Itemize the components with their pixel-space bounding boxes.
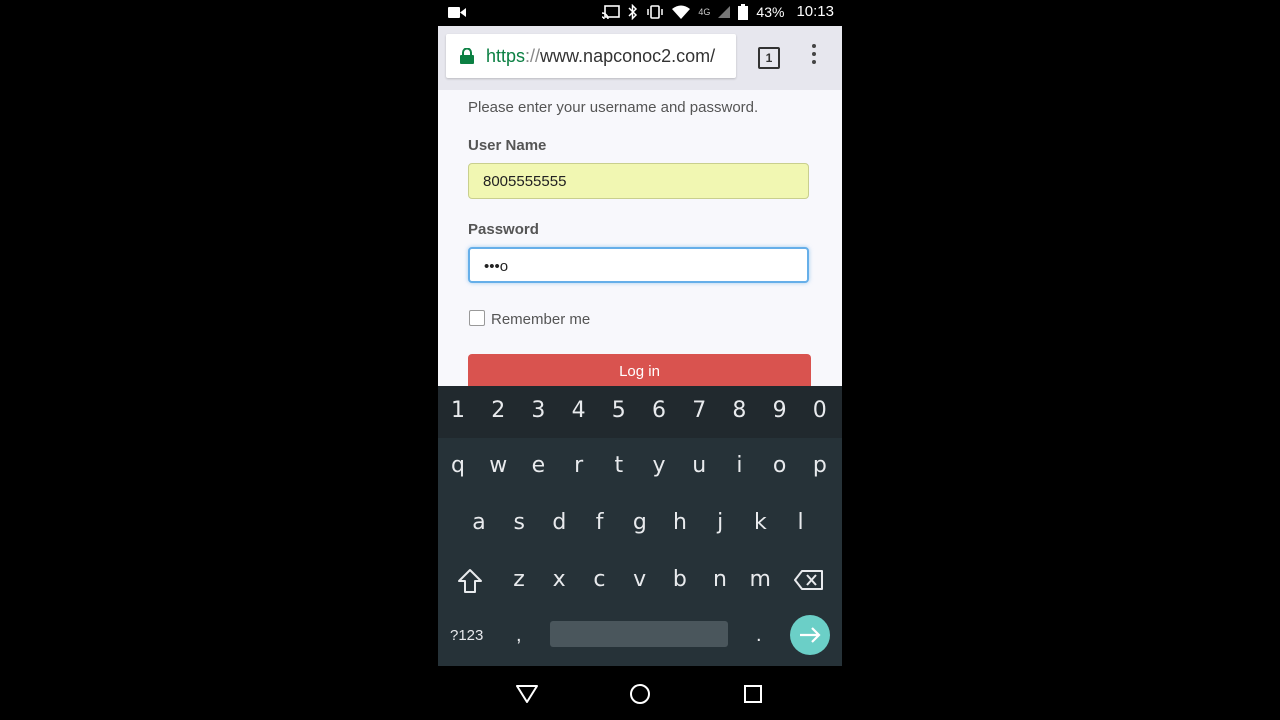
key-n[interactable]: n — [700, 567, 740, 592]
backspace-icon[interactable] — [794, 570, 824, 590]
key-p[interactable]: p — [800, 453, 840, 478]
login-button[interactable]: Log in — [468, 354, 811, 386]
key-i[interactable]: i — [719, 453, 759, 478]
space-key[interactable] — [550, 621, 728, 647]
key-0[interactable]: 0 — [800, 398, 840, 423]
shift-icon[interactable] — [457, 568, 483, 594]
letter-row-2: asdfghjkl — [438, 500, 842, 552]
comma-key[interactable]: , — [516, 624, 522, 647]
key-x[interactable]: x — [539, 567, 579, 592]
key-r[interactable]: r — [559, 453, 599, 478]
signal-icon — [718, 5, 731, 18]
key-h[interactable]: h — [660, 510, 700, 535]
login-page: Please enter your username and password.… — [438, 90, 842, 386]
recents-square-icon[interactable] — [744, 685, 762, 703]
system-nav-bar — [438, 666, 842, 720]
battery-icon — [738, 3, 749, 20]
key-b[interactable]: b — [660, 567, 700, 592]
key-1[interactable]: 1 — [438, 398, 478, 423]
address-bar[interactable]: https://www.napconoc2.com/ — [446, 34, 736, 78]
key-d[interactable]: d — [539, 510, 579, 535]
key-w[interactable]: w — [478, 453, 518, 478]
cast-icon — [602, 4, 621, 19]
url-host: www.napconoc2.com/ — [540, 46, 716, 66]
key-m[interactable]: m — [740, 567, 780, 592]
home-circle-icon[interactable] — [629, 683, 651, 705]
period-key[interactable]: . — [756, 624, 762, 647]
key-t[interactable]: t — [599, 453, 639, 478]
password-label: Password — [468, 221, 539, 238]
remember-me-label: Remember me — [491, 311, 591, 328]
username-input[interactable]: 8005555555 — [468, 163, 809, 199]
symbols-mode-key[interactable]: ?123 — [450, 627, 483, 644]
browser-toolbar: https://www.napconoc2.com/ 1 — [438, 26, 842, 90]
key-4[interactable]: 4 — [559, 398, 599, 423]
key-u[interactable]: u — [679, 453, 719, 478]
key-7[interactable]: 7 — [679, 398, 719, 423]
vibrate-icon — [647, 4, 664, 19]
key-3[interactable]: 3 — [518, 398, 558, 423]
status-bar: 4G 43% 10:13 — [438, 0, 842, 26]
enter-key[interactable] — [790, 615, 830, 655]
key-o[interactable]: o — [760, 453, 800, 478]
overflow-menu-icon[interactable] — [810, 44, 818, 70]
arrow-right-icon — [800, 627, 821, 643]
key-k[interactable]: k — [740, 510, 780, 535]
key-j[interactable]: j — [700, 510, 740, 535]
remember-me-checkbox[interactable] — [469, 310, 485, 326]
key-q[interactable]: q — [438, 453, 478, 478]
key-v[interactable]: v — [620, 567, 660, 592]
key-5[interactable]: 5 — [599, 398, 639, 423]
password-input[interactable]: •••o — [468, 247, 809, 283]
back-triangle-icon[interactable] — [516, 685, 538, 703]
url-scheme: https — [486, 46, 526, 66]
username-label: User Name — [468, 137, 547, 154]
video-record-icon — [448, 7, 466, 18]
key-a[interactable]: a — [459, 510, 499, 535]
key-l[interactable]: l — [781, 510, 821, 535]
network-type-label: 4G — [698, 6, 711, 17]
wifi-icon — [672, 5, 691, 19]
status-icons: 4G 43% 10:13 — [602, 3, 834, 20]
soft-keyboard: 1234567890 qwertyuiop asdfghjkl zxcvbnm … — [438, 386, 842, 666]
login-instructions: Please enter your username and password. — [468, 99, 759, 116]
number-row: 1234567890 — [438, 386, 842, 438]
bluetooth-icon — [628, 3, 638, 20]
clock: 10:13 — [796, 3, 834, 20]
key-z[interactable]: z — [499, 567, 539, 592]
letter-row-1: qwertyuiop — [438, 444, 842, 496]
key-c[interactable]: c — [579, 567, 619, 592]
phone-screen: 4G 43% 10:13 https://www.napconoc2.com/ … — [438, 0, 842, 720]
key-s[interactable]: s — [499, 510, 539, 535]
letter-row-3: zxcvbnm — [438, 557, 842, 609]
url-separator: :// — [525, 46, 541, 66]
tab-switcher-button[interactable]: 1 — [758, 47, 780, 69]
key-e[interactable]: e — [518, 453, 558, 478]
key-8[interactable]: 8 — [719, 398, 759, 423]
key-y[interactable]: y — [639, 453, 679, 478]
key-2[interactable]: 2 — [478, 398, 518, 423]
key-9[interactable]: 9 — [760, 398, 800, 423]
url-text[interactable]: https://www.napconoc2.com/ — [486, 46, 715, 67]
battery-percent: 43% — [756, 3, 785, 20]
key-f[interactable]: f — [580, 510, 620, 535]
remember-me[interactable]: Remember me — [469, 308, 590, 328]
key-g[interactable]: g — [620, 510, 660, 535]
lock-icon — [460, 48, 474, 64]
key-6[interactable]: 6 — [639, 398, 679, 423]
